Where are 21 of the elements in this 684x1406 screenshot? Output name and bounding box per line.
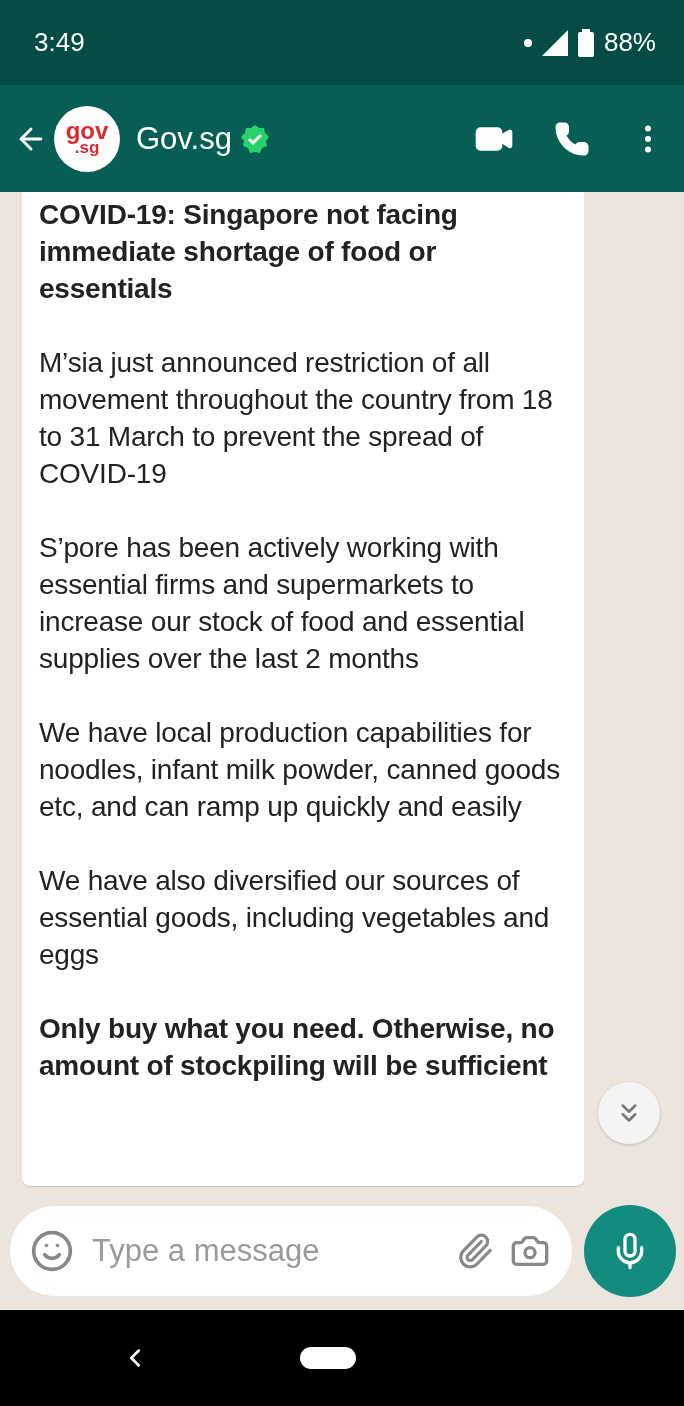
battery-level: 88% (603, 27, 656, 58)
battery-icon (577, 28, 594, 57)
contact-name[interactable]: Gov.sg (136, 120, 232, 157)
scroll-down-button[interactable] (598, 1082, 660, 1144)
home-button[interactable] (300, 1347, 356, 1369)
phone-icon[interactable] (554, 120, 590, 157)
message-text: Only buy what you need. Otherwise, no amount of stockpiling will be sufficient (39, 1012, 556, 1083)
message-text: M’sia just announced restriction of all movement throughout the country from 18 to 31 March to prevent the spread of COVID-19 (39, 346, 554, 491)
message-text: COVID-19: Singapore not facing immediate shortage of food or essentials (39, 198, 459, 306)
status-time: 3:49 (34, 27, 85, 58)
message-text: We have also diversified our sources of essential goods, including vegetables and eggs (39, 864, 551, 972)
logo-text: gov (65, 121, 109, 142)
message-text: S’pore has been actively working with essential firms and supermarkets to increase our stock of food and essential supplies over the last 2 months (39, 531, 526, 676)
signal-icon (541, 29, 568, 56)
attach-icon[interactable] (456, 1232, 494, 1270)
notification-dot-icon (523, 38, 532, 47)
emoji-icon[interactable] (30, 1229, 74, 1273)
message-input[interactable]: Type a message (90, 1232, 440, 1270)
message-text: We have local production capabilities for noodles, infant milk powder, canned goods etc, and can ramp up quickly and easily (39, 716, 562, 824)
contact-avatar[interactable]: gov .sg (54, 105, 120, 172)
message-input-field[interactable]: Type a message (10, 1206, 572, 1296)
